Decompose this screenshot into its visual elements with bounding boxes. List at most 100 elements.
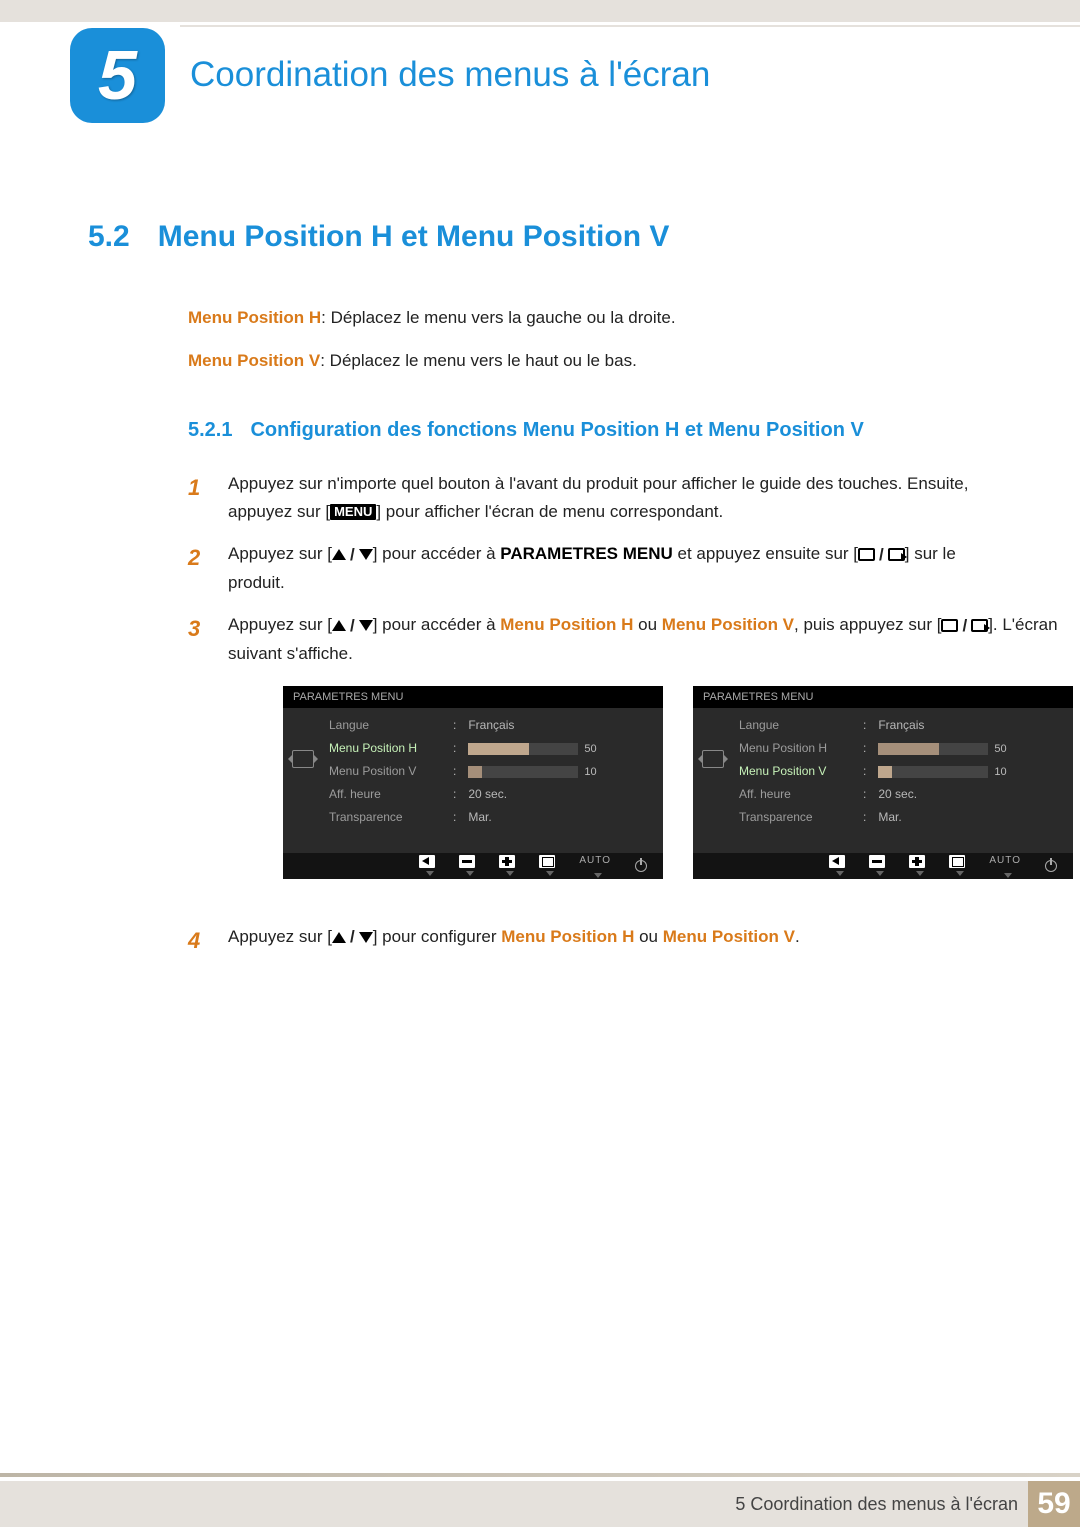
osd-sidebar [693,708,733,853]
osd-mph-slider [878,743,988,755]
subsection-heading: 5.2.1 Configuration des fonctions Menu P… [188,419,992,442]
chapter-number-badge: 5 [70,28,165,123]
section-heading: 5.2 Menu Position H et Menu Position V [88,220,992,254]
step-2-text-b: ] pour accéder à [373,544,501,563]
osd-auto-label: AUTO [579,853,611,870]
step-1-text-b: ] pour afficher l'écran de menu correspo… [376,502,723,521]
osd-aff-value: 20 sec. [878,785,917,805]
osd-trans-value: Mar. [468,808,491,828]
definition-h: Menu Position H: Déplacez le menu vers l… [188,304,992,331]
chapter-header: 5 Coordination des menus à l'écran [0,25,1080,125]
header-divider [180,25,1080,27]
definition-v: Menu Position V: Déplacez le menu vers l… [188,347,992,374]
osd-enter-icon [539,855,555,868]
osd-mpv-value: 10 [994,763,1006,781]
osd-mpv-slider [468,766,578,778]
step-3-body: Appuyez sur [/] pour accéder à Menu Posi… [228,611,1073,909]
menu-button-icon: MENU [330,504,376,520]
step-4-body: Appuyez sur [/] pour configurer Menu Pos… [228,923,992,959]
osd-panel-v: PARAMETRES MENU Langue:Français Menu Pos… [693,686,1073,879]
step-4-text-b: ] pour configurer [373,927,502,946]
step-4-text-a: Appuyez sur [ [228,927,332,946]
step-3-or: ou [633,615,661,634]
step-3-text-c: , puis appuyez sur [ [794,615,941,634]
osd-mph-value: 50 [994,740,1006,758]
osd-back-icon [829,855,845,868]
step-1-body: Appuyez sur n'importe quel bouton à l'av… [228,470,992,526]
osd-aff-value: 20 sec. [468,785,507,805]
step-2-body: Appuyez sur [/] pour accéder à PARAMETRE… [228,540,992,597]
osd-sidebar [283,708,323,853]
page-footer: 5 Coordination des menus à l'écran 59 [0,1481,1080,1527]
osd-langue-label: Langue [323,716,453,736]
step-4-end: . [795,927,800,946]
definition-v-label: Menu Position V [188,351,320,370]
top-accent-bar [0,0,1080,22]
osd-trans-value: Mar. [878,808,901,828]
step-3: 3 Appuyez sur [/] pour accéder à Menu Po… [188,611,992,909]
osd-minus-icon [459,855,475,868]
step-3-text-b: ] pour accéder à [373,615,501,634]
step-4-or: ou [634,927,662,946]
osd-mpv-value: 10 [584,763,596,781]
osd-auto-label: AUTO [989,853,1021,870]
osd-button-bar: AUTO [283,853,663,879]
definition-h-label: Menu Position H [188,308,321,327]
up-down-arrows-icon: / [332,541,373,569]
step-3-text-a: Appuyez sur [ [228,615,332,634]
osd-mph-label: Menu Position H [323,739,453,759]
osd-panel-h: PARAMETRES MENU Langue:Français Menu Pos… [283,686,663,879]
definition-h-text: : Déplacez le menu vers la gauche ou la … [321,308,675,327]
subsection-title: Configuration des fonctions Menu Positio… [250,419,863,442]
step-3-mph: Menu Position H [500,615,633,634]
osd-aff-label: Aff. heure [733,785,863,805]
osd-mpv-slider [878,766,988,778]
footer-accent-bar [0,1473,1080,1477]
definition-v-text: : Déplacez le menu vers le haut ou le ba… [320,351,637,370]
osd-trans-label: Transparence [323,808,453,828]
osd-langue-value: Français [878,716,924,736]
osd-mph-slider [468,743,578,755]
osd-button-bar: AUTO [693,853,1073,879]
osd-back-icon [419,855,435,868]
osd-enter-icon [949,855,965,868]
section-title: Menu Position H et Menu Position V [158,220,670,254]
step-3-mpv: Menu Position V [662,615,794,634]
step-1: 1 Appuyez sur n'importe quel bouton à l'… [188,470,992,526]
subsection-number: 5.2.1 [188,419,232,442]
osd-title-bar: PARAMETRES MENU [693,686,1073,708]
osd-langue-label: Langue [733,716,863,736]
step-4-mph: Menu Position H [501,927,634,946]
osd-mpv-label: Menu Position V [733,762,863,782]
page-number: 59 [1028,1481,1080,1527]
section-number: 5.2 [88,220,130,254]
osd-power-icon [1045,860,1057,872]
osd-trans-label: Transparence [733,808,863,828]
step-3-number: 3 [188,611,208,909]
source-enter-icon: / [858,541,905,569]
step-2-number: 2 [188,540,208,597]
osd-aff-label: Aff. heure [323,785,453,805]
osd-position-icon [702,750,724,768]
up-down-arrows-icon: / [332,612,373,640]
osd-mph-label: Menu Position H [733,739,863,759]
step-4-number: 4 [188,923,208,959]
step-1-number: 1 [188,470,208,526]
step-2-parametres: PARAMETRES MENU [500,544,673,563]
step-2-text-a: Appuyez sur [ [228,544,332,563]
osd-power-icon [635,860,647,872]
osd-mph-value: 50 [584,740,596,758]
osd-title-bar: PARAMETRES MENU [283,686,663,708]
osd-langue-value: Français [468,716,514,736]
step-4: 4 Appuyez sur [/] pour configurer Menu P… [188,923,992,959]
osd-minus-icon [869,855,885,868]
osd-mpv-label: Menu Position V [323,762,453,782]
osd-position-icon [292,750,314,768]
step-2: 2 Appuyez sur [/] pour accéder à PARAMET… [188,540,992,597]
chapter-title: Coordination des menus à l'écran [190,55,710,95]
footer-text: 5 Coordination des menus à l'écran [735,1494,1018,1515]
step-2-text-c: et appuyez ensuite sur [ [673,544,858,563]
step-4-mpv: Menu Position V [663,927,795,946]
osd-plus-icon [499,855,515,868]
osd-plus-icon [909,855,925,868]
